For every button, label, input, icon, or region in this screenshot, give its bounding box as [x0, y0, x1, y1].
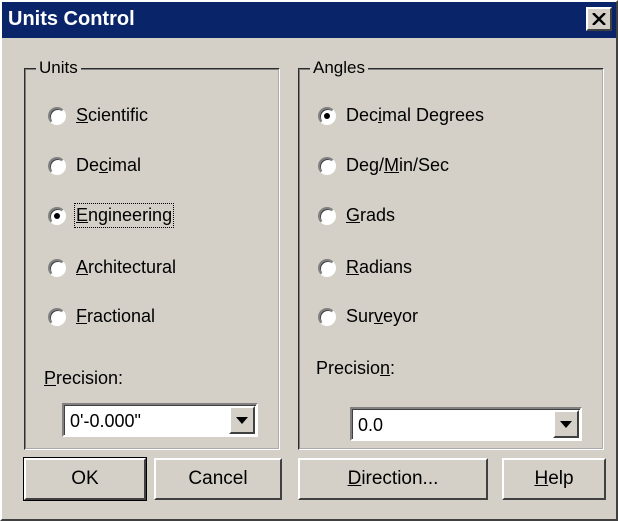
radio-decimal-degrees[interactable]: Decimal Degrees: [318, 105, 484, 126]
close-button[interactable]: [586, 7, 612, 31]
radio-label-surveyor: Surveyor: [346, 306, 419, 326]
radio-grads[interactable]: Grads: [318, 205, 395, 226]
direction-button-label: Direction...: [347, 468, 439, 489]
radio-label-radians: Radians: [346, 257, 413, 277]
radio-selected-dot: [54, 212, 60, 219]
angles-precision-select[interactable]: 0.0: [350, 407, 582, 441]
radio-label-decimal-degrees: Decimal Degrees: [346, 105, 485, 125]
radio-architectural[interactable]: Architectural: [48, 257, 176, 278]
radio-label-architectural: Architectural: [76, 257, 177, 277]
dropdown-arrow-icon: [236, 416, 248, 424]
radio-decimal[interactable]: Decimal: [48, 155, 141, 176]
radio-label-grads: Grads: [346, 205, 396, 225]
radio-selected-dot: [324, 112, 330, 119]
units-precision-label: Precision:: [44, 368, 124, 388]
units-precision-select[interactable]: 0'-0.000": [62, 403, 258, 437]
radio-button[interactable]: [48, 206, 66, 225]
angles-precision-value: 0.0: [358, 415, 384, 435]
radio-label-decimal: Decimal: [76, 155, 142, 175]
radio-radians[interactable]: Radians: [318, 257, 412, 278]
angles-precision-label: Precision:: [316, 358, 396, 378]
radio-label-fractional: Fractional: [76, 306, 156, 326]
radio-label-deg-min-sec: Deg/Min/Sec: [346, 155, 450, 175]
help-button[interactable]: Help: [502, 458, 606, 500]
units-precision-dropdown-button[interactable]: [229, 406, 255, 434]
radio-button[interactable]: [48, 106, 66, 125]
radio-label-engineering: Engineering: [73, 203, 175, 228]
radio-button[interactable]: [318, 307, 336, 326]
units-precision-value: 0'-0.000": [70, 411, 141, 431]
angles-precision-dropdown-button[interactable]: [553, 410, 579, 438]
units-control-dialog: Units Control Units Scientific Decimal E…: [0, 0, 618, 521]
radio-button[interactable]: [318, 258, 336, 277]
close-icon: [592, 13, 606, 25]
ok-button[interactable]: OK: [23, 457, 147, 501]
radio-scientific[interactable]: Scientific: [48, 105, 148, 126]
radio-fractional[interactable]: Fractional: [48, 306, 155, 327]
units-group-label: Units: [36, 58, 81, 78]
radio-button[interactable]: [48, 307, 66, 326]
radio-deg-min-sec[interactable]: Deg/Min/Sec: [318, 155, 449, 176]
radio-button[interactable]: [48, 258, 66, 277]
title-bar[interactable]: Units Control: [2, 2, 616, 38]
window-title: Units Control: [8, 8, 135, 30]
cancel-button[interactable]: Cancel: [154, 458, 282, 500]
radio-surveyor[interactable]: Surveyor: [318, 306, 418, 327]
angles-group-label: Angles: [310, 58, 368, 78]
cancel-button-label: Cancel: [188, 468, 248, 489]
ok-button-label: OK: [71, 468, 99, 489]
radio-button[interactable]: [318, 106, 336, 125]
dropdown-arrow-icon: [560, 420, 572, 428]
help-button-label: Help: [534, 468, 574, 489]
radio-button[interactable]: [318, 156, 336, 175]
radio-button[interactable]: [48, 156, 66, 175]
radio-label-scientific: Scientific: [76, 105, 149, 125]
direction-button[interactable]: Direction...: [298, 458, 488, 500]
radio-button[interactable]: [318, 206, 336, 225]
radio-engineering[interactable]: Engineering: [48, 203, 175, 228]
